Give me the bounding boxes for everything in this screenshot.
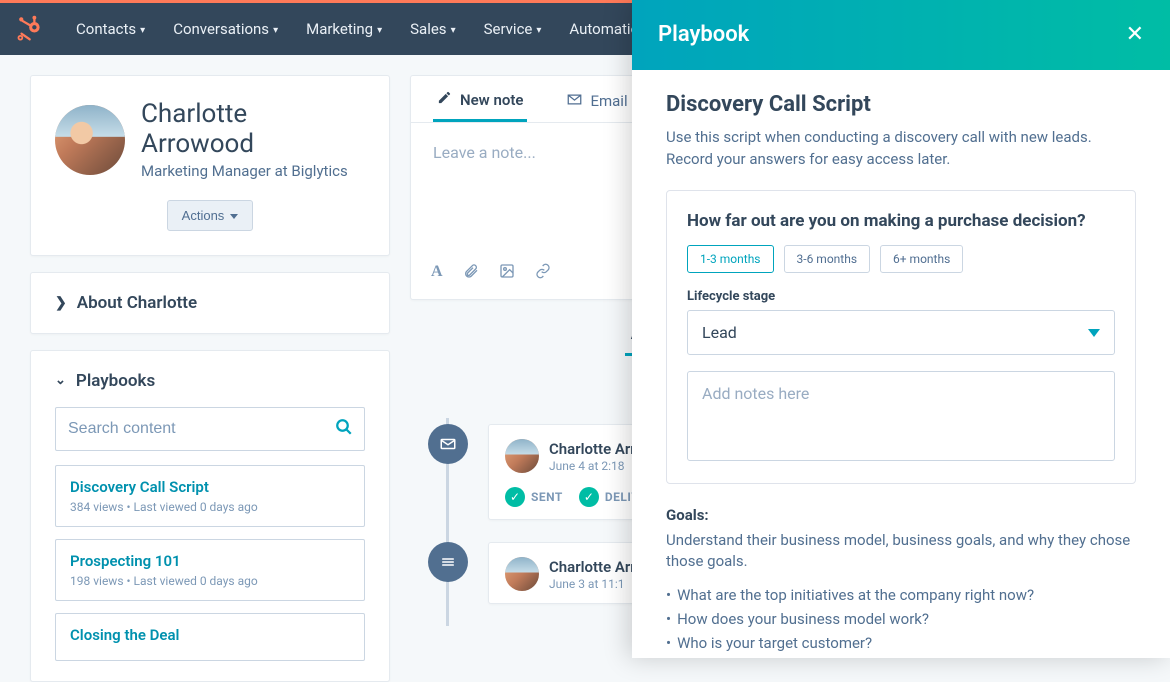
question-card: How far out are you on making a purchase… xyxy=(666,190,1136,484)
question-text: How far out are you on making a purchase… xyxy=(687,211,1115,231)
bullet-item: What are the top initiatives at the comp… xyxy=(666,586,1136,604)
lifecycle-select[interactable]: Lead xyxy=(687,310,1115,355)
bullet-item: How does your business model work? xyxy=(666,610,1136,628)
mail-icon xyxy=(567,92,582,111)
playbook-item[interactable]: Closing the Deal xyxy=(55,613,365,661)
font-icon[interactable]: A xyxy=(431,263,443,283)
chip-option[interactable]: 1-3 months xyxy=(687,245,774,273)
nav-contacts[interactable]: Contacts▾ xyxy=(62,3,159,55)
playbook-panel: Playbook ✕ Discovery Call Script Use thi… xyxy=(632,0,1170,658)
tab-label: New note xyxy=(460,91,523,109)
chip-option[interactable]: 3-6 months xyxy=(784,245,871,273)
lifecycle-value: Lead xyxy=(702,323,737,342)
nav-service[interactable]: Service▾ xyxy=(470,3,556,55)
tab-email[interactable]: Email xyxy=(563,90,631,122)
chevron-down-icon: ▾ xyxy=(536,25,541,36)
panel-header: Playbook ✕ xyxy=(632,0,1170,70)
chip-option[interactable]: 6+ months xyxy=(880,245,963,273)
caret-down-icon xyxy=(1088,329,1100,337)
playbook-item-meta: 198 views • Last viewed 0 days ago xyxy=(70,574,350,588)
chevron-down-icon: ⌄ xyxy=(55,373,66,388)
notes-placeholder: Add notes here xyxy=(702,384,809,403)
hubspot-logo-icon xyxy=(16,15,44,43)
goals-text: Understand their business model, busines… xyxy=(666,530,1136,572)
nav-conversations[interactable]: Conversations▾ xyxy=(159,3,292,55)
chevron-down-icon: ▾ xyxy=(140,25,145,36)
about-section-toggle[interactable]: ❯ About Charlotte xyxy=(30,272,390,334)
playbooks-search-input[interactable] xyxy=(55,407,365,451)
note-bullet-icon xyxy=(428,542,468,582)
notes-textarea[interactable]: Add notes here xyxy=(687,371,1115,461)
tab-new-note[interactable]: New note xyxy=(433,90,527,122)
nav-marketing[interactable]: Marketing▾ xyxy=(292,3,396,55)
goals-bullets: What are the top initiatives at the comp… xyxy=(666,586,1136,652)
tab-label: Email xyxy=(590,92,627,110)
mail-bullet-icon xyxy=(428,424,468,464)
playbook-item[interactable]: Discovery Call Script 384 views • Last v… xyxy=(55,465,365,527)
contact-subtitle: Marketing Manager at Biglytics xyxy=(141,162,365,180)
image-icon[interactable] xyxy=(499,263,515,283)
bullet-item: Who is your target customer? xyxy=(666,634,1136,652)
caret-down-icon xyxy=(230,214,238,219)
avatar xyxy=(505,439,539,473)
check-icon: ✓ xyxy=(579,487,599,507)
playbooks-title: Playbooks xyxy=(76,371,155,391)
playbooks-section-toggle[interactable]: ⌄ Playbooks xyxy=(55,371,365,391)
playbooks-sidebar-card: ⌄ Playbooks Discovery Call Script 384 vi… xyxy=(30,350,390,682)
nav-sales[interactable]: Sales▾ xyxy=(396,3,469,55)
playbook-item[interactable]: Prospecting 101 198 views • Last viewed … xyxy=(55,539,365,601)
chevron-down-icon: ▾ xyxy=(273,25,278,36)
lifecycle-label: Lifecycle stage xyxy=(687,289,1115,304)
playbook-item-title: Closing the Deal xyxy=(70,626,350,644)
chevron-down-icon: ▾ xyxy=(451,25,456,36)
about-label: About Charlotte xyxy=(77,293,197,313)
pencil-icon xyxy=(437,90,452,109)
chevron-down-icon: ▾ xyxy=(377,25,382,36)
link-icon[interactable] xyxy=(535,263,551,283)
contact-avatar xyxy=(55,105,125,175)
check-icon: ✓ xyxy=(505,487,525,507)
search-icon[interactable] xyxy=(335,418,353,440)
actions-button[interactable]: Actions xyxy=(167,200,254,231)
note-placeholder: Leave a note... xyxy=(433,143,536,162)
contact-header-card: Charlotte Arrowood Marketing Manager at … xyxy=(30,75,390,256)
playbook-description: Use this script when conducting a discov… xyxy=(666,127,1136,171)
avatar xyxy=(505,557,539,591)
panel-header-title: Playbook xyxy=(658,22,749,47)
playbook-item-title: Prospecting 101 xyxy=(70,552,350,570)
playbook-item-meta: 384 views • Last viewed 0 days ago xyxy=(70,500,350,514)
goals-heading: Goals: xyxy=(666,506,1136,524)
playbook-title: Discovery Call Script xyxy=(666,92,1136,117)
contact-name: Charlotte Arrowood xyxy=(141,100,365,160)
attachment-icon[interactable] xyxy=(463,263,479,283)
playbook-item-title: Discovery Call Script xyxy=(70,478,350,496)
status-badge: SENT xyxy=(531,490,563,504)
close-icon[interactable]: ✕ xyxy=(1126,22,1144,47)
chevron-right-icon: ❯ xyxy=(55,295,67,311)
